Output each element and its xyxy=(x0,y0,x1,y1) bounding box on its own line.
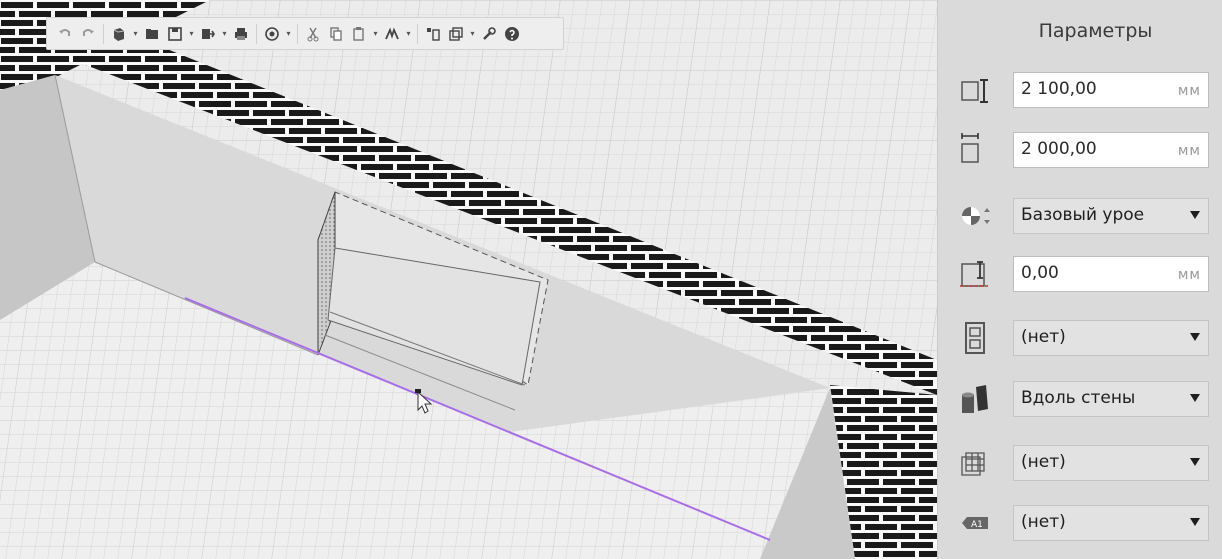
export-dropdown-icon[interactable]: ▾ xyxy=(221,23,228,45)
grid-value: (нет) xyxy=(1021,452,1066,472)
panel-title: Параметры xyxy=(1038,20,1153,42)
3d-scene[interactable] xyxy=(0,0,937,559)
height-icon xyxy=(961,79,988,103)
object-3d-dropdown-icon[interactable]: ▾ xyxy=(132,23,139,45)
height-value: 2 100,00 xyxy=(1021,79,1097,99)
undo-icon[interactable] xyxy=(55,23,75,45)
parameters-panel: Параметры 2 100,00 мм 2 000,00 мм Базовы… xyxy=(937,0,1222,559)
grid-3d-icon xyxy=(961,452,985,476)
object-3d-icon[interactable] xyxy=(109,23,129,45)
offset-value: 0,00 xyxy=(1021,263,1059,283)
3d-viewport[interactable]: ▾ ▾ ▾ ▾ ▾ ▾ ▾ xyxy=(0,0,937,559)
offset-icon xyxy=(960,261,988,287)
cut-icon[interactable] xyxy=(303,23,323,45)
label-tag-icon: A1 xyxy=(962,517,988,530)
label-select[interactable]: (нет) xyxy=(1013,505,1209,541)
layout-icon[interactable] xyxy=(423,23,443,45)
param-row-height: 2 100,00 мм xyxy=(938,66,1222,112)
save-icon[interactable] xyxy=(165,23,185,45)
paste-icon[interactable] xyxy=(349,23,369,45)
window-type-value: (нет) xyxy=(1021,327,1066,347)
save-dropdown-icon[interactable]: ▾ xyxy=(188,23,195,45)
level-value: Базовый урое xyxy=(1021,205,1145,225)
layers-icon[interactable] xyxy=(446,23,466,45)
param-row-window-type: (нет) xyxy=(938,314,1222,360)
param-row-label: A1 (нет) xyxy=(938,499,1222,545)
export-icon[interactable] xyxy=(198,23,218,45)
grid-select[interactable]: (нет) xyxy=(1013,445,1209,481)
width-input[interactable]: 2 000,00 мм xyxy=(1013,132,1209,168)
view-orbit-dropdown-icon[interactable]: ▾ xyxy=(285,23,292,45)
wrench-icon[interactable] xyxy=(479,23,499,45)
window-type-icon xyxy=(965,322,985,354)
layers-dropdown-icon[interactable]: ▾ xyxy=(469,23,476,45)
height-unit: мм xyxy=(1177,83,1201,99)
chevron-down-icon xyxy=(1190,211,1200,219)
view-orbit-icon[interactable] xyxy=(262,23,282,45)
chevron-down-icon xyxy=(1190,458,1200,466)
print-icon[interactable] xyxy=(231,23,251,45)
chevron-down-icon xyxy=(1190,394,1200,402)
open-folder-icon[interactable] xyxy=(142,23,162,45)
param-row-grid: (нет) xyxy=(938,439,1222,485)
width-value: 2 000,00 xyxy=(1021,139,1097,159)
param-row-level: Базовый урое xyxy=(938,192,1222,238)
height-input[interactable]: 2 100,00 мм xyxy=(1013,72,1209,108)
chevron-down-icon xyxy=(1190,518,1200,526)
param-row-offset: 0,00 мм xyxy=(938,250,1222,296)
placement-select[interactable]: Вдоль стены xyxy=(1013,381,1209,417)
width-icon xyxy=(961,133,979,163)
help-icon[interactable] xyxy=(502,23,522,45)
placement-icon xyxy=(962,385,988,413)
main-toolbar: ▾ ▾ ▾ ▾ ▾ ▾ ▾ xyxy=(46,17,564,50)
redo-icon[interactable] xyxy=(78,23,98,45)
copy-icon[interactable] xyxy=(326,23,346,45)
svg-text:A1: A1 xyxy=(971,520,983,530)
width-unit: мм xyxy=(1177,143,1201,159)
magic-wand-dropdown-icon[interactable]: ▾ xyxy=(405,23,412,45)
level-icon xyxy=(962,207,990,225)
magic-wand-icon[interactable] xyxy=(382,23,402,45)
param-row-placement: Вдоль стены xyxy=(938,375,1222,421)
paste-dropdown-icon[interactable]: ▾ xyxy=(372,23,379,45)
offset-unit: мм xyxy=(1177,267,1201,283)
window-type-select[interactable]: (нет) xyxy=(1013,320,1209,356)
offset-input[interactable]: 0,00 мм xyxy=(1013,256,1209,292)
chevron-down-icon xyxy=(1190,333,1200,341)
placement-value: Вдоль стены xyxy=(1021,388,1136,408)
label-value: (нет) xyxy=(1021,512,1066,532)
param-row-width: 2 000,00 мм xyxy=(938,126,1222,172)
level-select[interactable]: Базовый урое xyxy=(1013,198,1209,234)
